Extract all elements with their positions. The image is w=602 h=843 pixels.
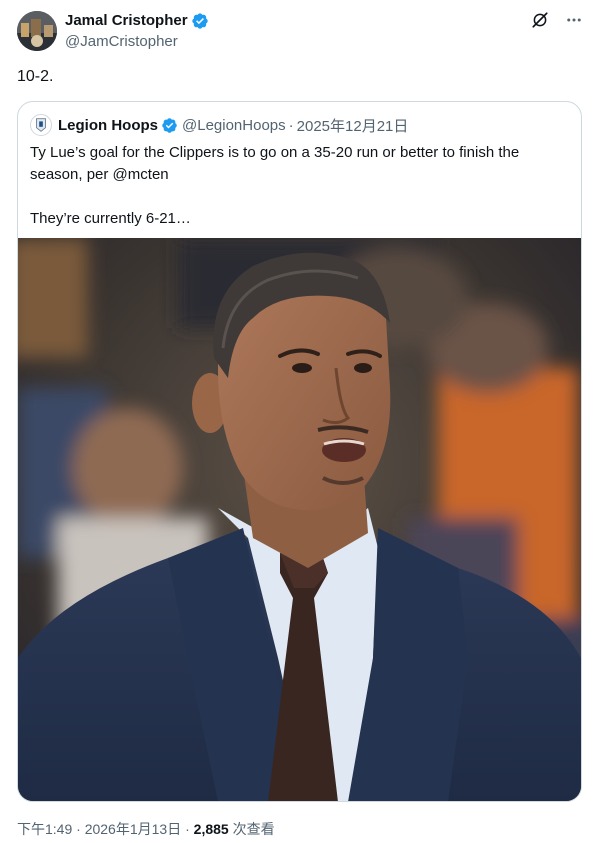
more-options-icon bbox=[567, 18, 581, 22]
author-avatar[interactable] bbox=[17, 11, 57, 51]
quoted-tweet-paragraph: They’re currently 6-21… bbox=[30, 210, 191, 227]
tweet-time[interactable]: 下午1:49 bbox=[17, 821, 72, 837]
grok-button[interactable] bbox=[530, 10, 550, 30]
separator-dot: · bbox=[288, 116, 294, 134]
quoted-author-avatar[interactable] bbox=[30, 114, 52, 136]
quoted-author-name[interactable]: Legion Hoops bbox=[58, 117, 158, 134]
author-block: Jamal Cristopher @JamCristopher bbox=[65, 11, 209, 52]
avatar-image bbox=[17, 11, 57, 51]
more-options-button[interactable] bbox=[564, 10, 584, 30]
separator-dot: · bbox=[76, 821, 81, 837]
separator-dot: · bbox=[185, 821, 190, 837]
legion-hoops-logo-icon bbox=[36, 118, 46, 132]
tweet-meta: 下午1:49 · 2026年1月13日 · 2,885 次查看 bbox=[17, 820, 275, 838]
tweet-actions-top bbox=[530, 10, 584, 30]
views-count[interactable]: 2,885 bbox=[194, 821, 229, 837]
tweet-date[interactable]: 2026年1月13日 bbox=[85, 821, 182, 837]
quoted-tweet-card[interactable]: Legion Hoops @LegionHoops · 2025年12月21日 … bbox=[17, 101, 582, 802]
verified-badge-icon bbox=[162, 117, 177, 133]
grok-icon bbox=[532, 12, 548, 28]
quoted-tweet-header: Legion Hoops @LegionHoops · 2025年12月21日 bbox=[30, 114, 408, 136]
tweet-text: 10-2. bbox=[17, 68, 54, 85]
quoted-tweet-photo[interactable] bbox=[18, 238, 581, 801]
coach-photo-image bbox=[18, 238, 581, 801]
quoted-author-handle[interactable]: @LegionHoops bbox=[182, 117, 286, 134]
views-label: 次查看 bbox=[228, 821, 275, 837]
verified-badge-icon bbox=[191, 13, 208, 29]
quoted-tweet-paragraph: Ty Lue’s goal for the Clippers is to go … bbox=[30, 144, 520, 183]
quoted-tweet-text: Ty Lue’s goal for the Clippers is to go … bbox=[30, 142, 570, 230]
author-display-name[interactable]: Jamal Cristopher bbox=[65, 11, 188, 31]
author-handle[interactable]: @JamCristopher bbox=[65, 32, 209, 52]
quoted-tweet-date[interactable]: 2025年12月21日 bbox=[297, 115, 409, 136]
